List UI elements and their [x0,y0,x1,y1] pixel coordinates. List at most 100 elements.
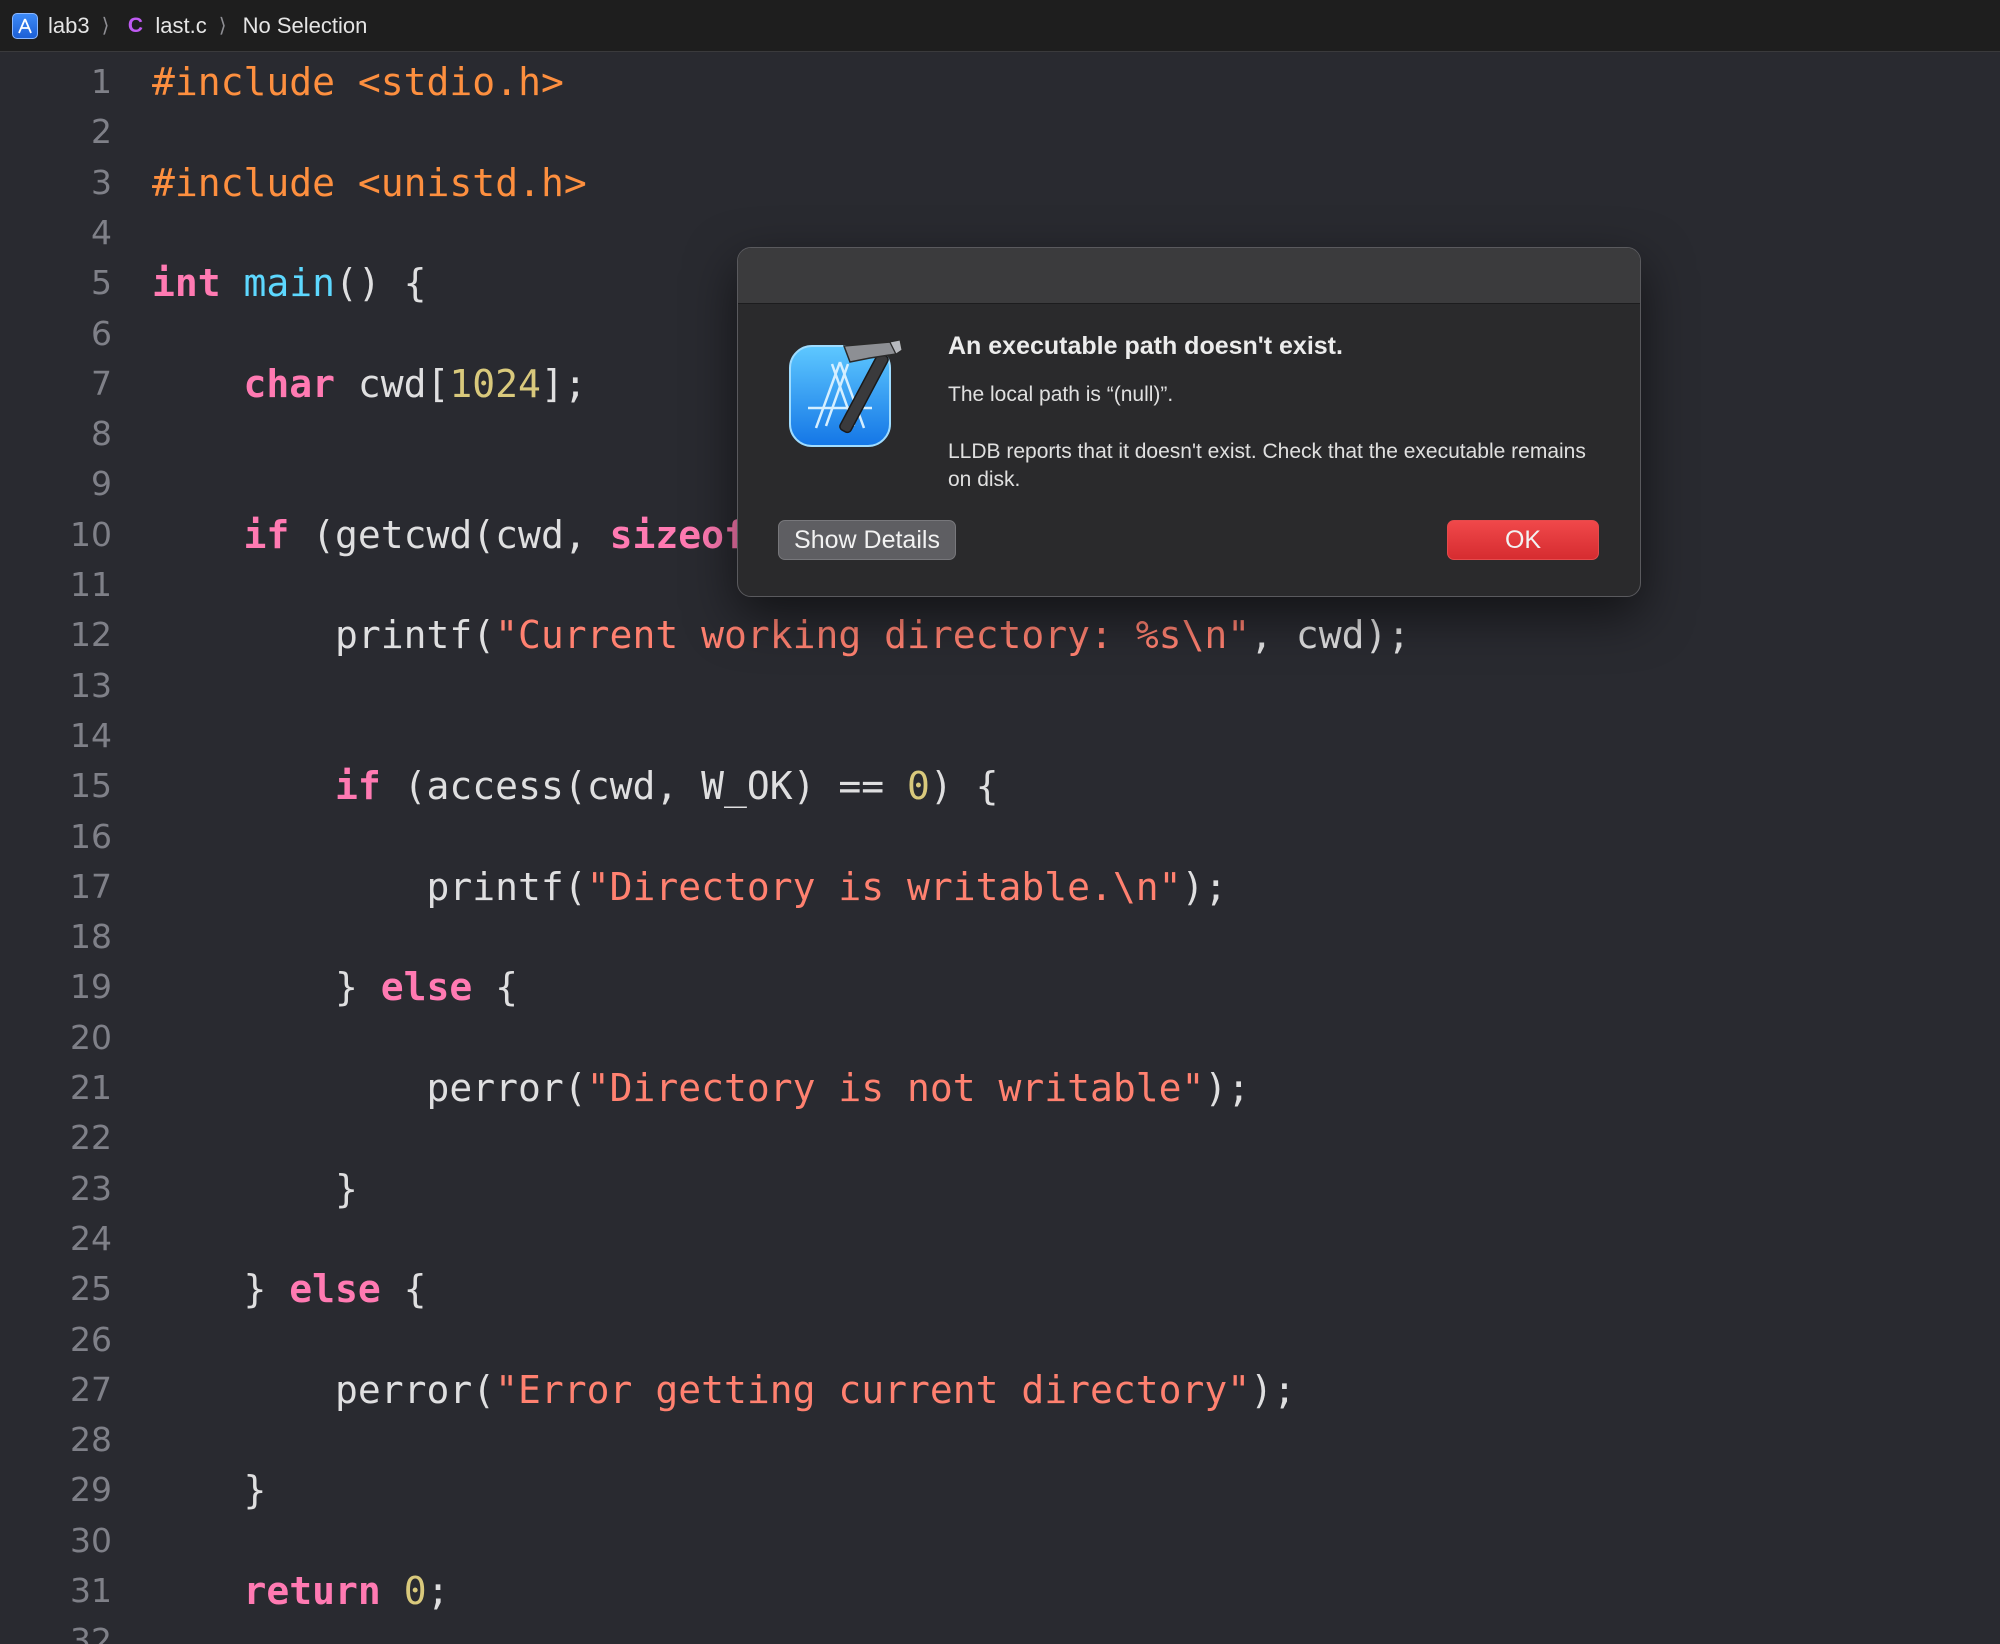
breadcrumb-project[interactable]: lab3 [12,12,90,39]
code-line: } [152,1465,267,1515]
code-line: perror("Directory is not writable"); [152,1063,1251,1113]
line-number: 22 [70,1118,112,1158]
code-token: ; [426,1569,450,1613]
code-token: 0 [907,764,930,809]
code-token: else [380,965,473,1010]
ok-button[interactable]: OK [1447,520,1599,560]
code-token: <unistd.h> [357,160,587,205]
code-token: , cwd); [1250,613,1411,658]
line-number: 8 [91,414,112,454]
code-token: ); [1250,1367,1296,1412]
code-token: if [335,764,381,809]
code-token: 0 [403,1569,427,1613]
code-token: ); [1181,864,1228,909]
line-number: 11 [70,565,112,604]
line-number: 19 [70,967,112,1007]
code-token: ); [1204,1066,1251,1110]
code-line: #include <stdio.h> [152,57,564,107]
code-token: "Current working directory: %s\n" [495,613,1251,658]
code-token: () { [335,261,427,306]
code-line: printf("Directory is writable.\n"); [152,862,1228,912]
code-token: "Error getting current directory" [495,1367,1251,1412]
code-token: perror( [152,1066,587,1110]
line-number: 7 [91,363,112,403]
chevron-right-icon: ⟩ [218,15,227,37]
line-number: 14 [70,715,112,755]
code-line: } else { [152,962,518,1012]
code-token: #include [152,160,336,205]
code-token: perror( [152,1367,496,1412]
line-number: 4 [91,212,112,252]
line-number: 27 [70,1369,112,1409]
code-token: return [243,1569,381,1613]
code-token: if [243,512,290,557]
code-token: ]; [540,361,587,406]
code-token: "Directory is not writable" [586,1066,1205,1110]
xcode-window: lab3 ⟩ C last.c ⟩ No Selection 123456789… [0,0,2000,1644]
code-line: if (access(cwd, W_OK) == 0) { [152,761,999,811]
line-number: 1 [91,62,112,101]
code-token: { [472,965,519,1010]
line-number: 16 [70,816,112,856]
line-number: 17 [70,866,112,906]
show-details-button[interactable]: Show Details [778,520,956,560]
line-number: 24 [70,1218,112,1258]
code-token: printf( [152,864,587,909]
line-number: 21 [70,1068,112,1107]
code-line: } [152,1164,358,1214]
code-token: int [152,261,221,306]
code-token: } [152,965,381,1010]
code-token: 1024 [449,361,541,406]
code-token: (access(cwd, W_OK) == [380,764,907,809]
code-token: "Directory is writable.\n" [586,864,1182,909]
breadcrumb-selection-label: No Selection [242,12,368,38]
line-number: 15 [70,766,112,806]
line-number: 20 [70,1017,112,1057]
code-token: sizeof [609,512,747,557]
code-token: } [152,1166,358,1211]
code-line: #include <unistd.h> [152,158,587,208]
breadcrumb-project-label: lab3 [48,12,90,38]
line-number: 10 [70,514,112,554]
code-token: cwd[ [335,361,450,406]
line-number: 18 [70,917,112,957]
code-token: else [289,1267,381,1312]
line-number: 23 [70,1168,112,1208]
xcode-app-icon [786,336,903,452]
breadcrumb-selection[interactable]: No Selection [243,13,368,39]
code-token: <stdio.h> [357,60,564,104]
code-line: return 0; [152,1566,450,1616]
alert-dialog: An executable path doesn't exist. The lo… [737,247,1641,597]
breadcrumb: lab3 ⟩ C last.c ⟩ No Selection [0,0,2000,52]
code-token: char [243,361,336,406]
line-number: 12 [70,615,112,655]
code-line: } else { [152,1264,427,1314]
code-token: (getcwd(cwd, [289,512,610,557]
breadcrumb-file-label: last.c [155,12,207,38]
code-token: ) { [929,764,999,809]
line-number: 26 [70,1319,112,1359]
line-number: 6 [91,313,112,353]
line-number: 30 [70,1520,112,1560]
alert-titlebar [738,248,1640,304]
line-number: 31 [70,1571,112,1610]
line-number: 25 [70,1269,112,1309]
breadcrumb-file[interactable]: C last.c [125,12,207,39]
line-number: 9 [91,464,112,504]
alert-message-local-path: The local path is “(null)”. [948,383,1174,406]
alert-message-lldb: LLDB reports that it doesn't exist. Chec… [948,440,1586,491]
line-number: 3 [91,162,112,202]
code-token: main [243,261,336,306]
code-token: { [380,1267,427,1312]
c-file-icon: C [127,13,143,37]
line-number: 2 [91,112,112,152]
code-line: perror("Error getting current directory"… [152,1365,1296,1415]
code-token: } [152,1468,267,1513]
